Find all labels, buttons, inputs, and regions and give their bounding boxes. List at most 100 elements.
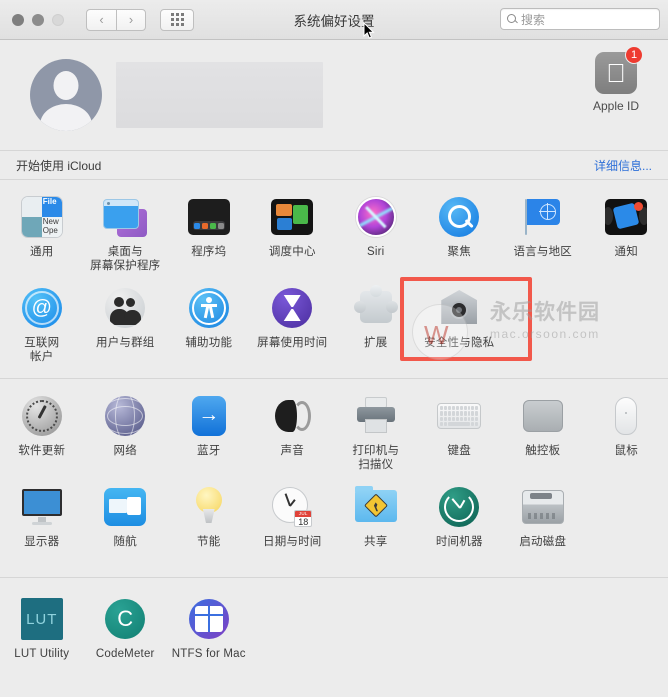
pref-item-spotlight[interactable]: 聚焦 <box>418 190 502 281</box>
notifications-icon <box>603 194 649 240</box>
close-button[interactable] <box>12 13 24 26</box>
network-icon <box>102 393 148 439</box>
pref-item-sidecar[interactable]: 随航 <box>84 480 168 571</box>
time-machine-icon <box>436 484 482 530</box>
pref-label: CodeMeter <box>95 648 155 660</box>
pref-item-sharing[interactable]: 共享 <box>334 480 418 571</box>
pref-item-siri[interactable]: Siri <box>334 190 418 281</box>
pref-item-time-machine[interactable]: 时间机器 <box>418 480 502 571</box>
forward-button[interactable]: › <box>116 8 146 31</box>
pref-label: 软件更新 <box>18 445 66 457</box>
mouse-icon <box>603 393 649 439</box>
pref-item-bluetooth[interactable]: → 蓝牙 <box>167 389 251 480</box>
software-update-icon <box>19 393 65 439</box>
minimize-button[interactable] <box>32 13 44 26</box>
preferences-row: @ 互联网 帐户 用户与群组 辅助功能 屏幕使用时间 扩展 安全性与隐私 <box>0 281 668 372</box>
apple-id-badge: 1 <box>625 46 643 64</box>
lut-utility-icon: LUT <box>19 596 65 642</box>
pref-label: NTFS for Mac <box>171 648 246 660</box>
icloud-banner: 开始使用 iCloud 详细信息... <box>0 150 668 180</box>
pref-label: LUT Utility <box>14 648 70 660</box>
apple-id-label: Apple ID <box>592 99 640 113</box>
apple-id-item[interactable]:  1 Apple ID <box>580 46 652 113</box>
pref-item-internet-accounts[interactable]: @ 互联网 帐户 <box>0 281 84 372</box>
security-privacy-icon <box>436 285 482 331</box>
pref-item-startup-disk[interactable]: 启动磁盘 <box>501 480 585 571</box>
window-titlebar: ‹ › 系统偏好设置 搜索 <box>0 0 668 40</box>
pref-item-mission-control[interactable]: 调度中心 <box>251 190 335 281</box>
preferences-row: LUT LUT Utility C CodeMeter NTFS for Mac <box>0 592 668 683</box>
preferences-row: 显示器 随航 节能 JUL 18 日期与时间 共享 时间机器 启动磁盘 <box>0 480 668 571</box>
displays-icon <box>19 484 65 530</box>
sidecar-icon <box>102 484 148 530</box>
chevron-left-icon: ‹ <box>99 12 104 27</box>
users-groups-icon <box>102 285 148 331</box>
pref-label: 打印机与 扫描仪 <box>352 445 400 471</box>
preferences-section-3: LUT LUT Utility C CodeMeter NTFS for Mac <box>0 578 668 689</box>
sound-icon <box>269 393 315 439</box>
pref-item-software-update[interactable]: 软件更新 <box>0 389 84 480</box>
pref-item-trackpad[interactable]: 触控板 <box>501 389 585 480</box>
search-placeholder: 搜索 <box>521 12 546 27</box>
lut-badge-text: LUT <box>20 598 63 640</box>
pref-item-accessibility[interactable]: 辅助功能 <box>167 281 251 372</box>
keyboard-icon <box>436 393 482 439</box>
account-name-redacted <box>116 62 323 128</box>
show-all-button[interactable] <box>160 8 194 31</box>
pref-item-dock[interactable]: 程序坞 <box>167 190 251 281</box>
pref-item-lut-utility[interactable]: LUT LUT Utility <box>0 592 84 683</box>
icloud-label: 开始使用 iCloud <box>16 158 102 173</box>
pref-item-screen-time[interactable]: 屏幕使用时间 <box>251 281 335 372</box>
avatar[interactable] <box>30 59 102 131</box>
pref-label: 键盘 <box>447 445 471 457</box>
pref-label: 安全性与隐私 <box>424 337 495 349</box>
search-input[interactable]: 搜索 <box>500 8 660 30</box>
pref-label: 随航 <box>113 536 137 548</box>
pref-item-mouse[interactable]: 鼠标 <box>585 389 668 480</box>
apple-glyph:  <box>606 60 626 86</box>
desktop-screensaver-icon <box>102 194 148 240</box>
icloud-details-link[interactable]: 详细信息... <box>594 157 652 174</box>
system-preferences-window: ‹ › 系统偏好设置 搜索  1 Apple <box>0 0 668 697</box>
pref-item-codemeter[interactable]: C CodeMeter <box>84 592 168 683</box>
account-header[interactable]:  1 Apple ID <box>0 40 668 150</box>
pref-item-desktop-screensaver[interactable]: 桌面与 屏幕保护程序 <box>84 190 168 281</box>
zoom-button[interactable] <box>52 13 64 26</box>
pref-item-notifications[interactable]: 通知 <box>585 190 668 281</box>
pref-item-language-region[interactable]: 语言与地区 <box>501 190 585 281</box>
pref-item-sound[interactable]: 声音 <box>251 389 335 480</box>
pref-item-network[interactable]: 网络 <box>84 389 168 480</box>
chevron-right-icon: › <box>128 12 134 27</box>
sharing-icon <box>353 484 399 530</box>
bluetooth-icon: → <box>186 393 232 439</box>
pref-item-date-time[interactable]: JUL 18 日期与时间 <box>251 480 335 571</box>
pref-item-ntfs-for-mac[interactable]: NTFS for Mac <box>167 592 251 683</box>
pref-label: 声音 <box>280 445 304 457</box>
traffic-light-group <box>12 13 64 26</box>
pref-label: 调度中心 <box>268 246 316 258</box>
mouse-cursor <box>363 22 375 39</box>
pref-item-general[interactable]: File New Ope 通用 <box>0 190 84 281</box>
navigation-buttons: ‹ › <box>86 8 146 31</box>
pref-label: 触控板 <box>525 445 561 457</box>
trackpad-icon <box>520 393 566 439</box>
date-time-icon: JUL 18 <box>269 484 315 530</box>
pref-item-printers-scanners[interactable]: 打印机与 扫描仪 <box>334 389 418 480</box>
pref-label: 程序坞 <box>191 246 227 258</box>
ntfs-for-mac-icon <box>186 596 232 642</box>
back-button[interactable]: ‹ <box>86 8 116 31</box>
pref-item-extensions[interactable]: 扩展 <box>334 281 418 372</box>
pref-item-security-privacy[interactable]: 安全性与隐私 <box>418 281 502 372</box>
pref-item-keyboard[interactable]: 键盘 <box>418 389 502 480</box>
pref-item-displays[interactable]: 显示器 <box>0 480 84 571</box>
spotlight-icon <box>436 194 482 240</box>
pref-item-energy-saver[interactable]: 节能 <box>167 480 251 571</box>
pref-label: Siri <box>367 246 385 258</box>
pref-label: 屏幕使用时间 <box>257 337 328 349</box>
pref-label: 互联网 帐户 <box>24 337 60 363</box>
screen-time-icon <box>269 285 315 331</box>
pref-label: 日期与时间 <box>263 536 322 548</box>
pref-label: 鼠标 <box>614 445 638 457</box>
pref-item-users-groups[interactable]: 用户与群组 <box>84 281 168 372</box>
pref-label: 网络 <box>113 445 137 457</box>
